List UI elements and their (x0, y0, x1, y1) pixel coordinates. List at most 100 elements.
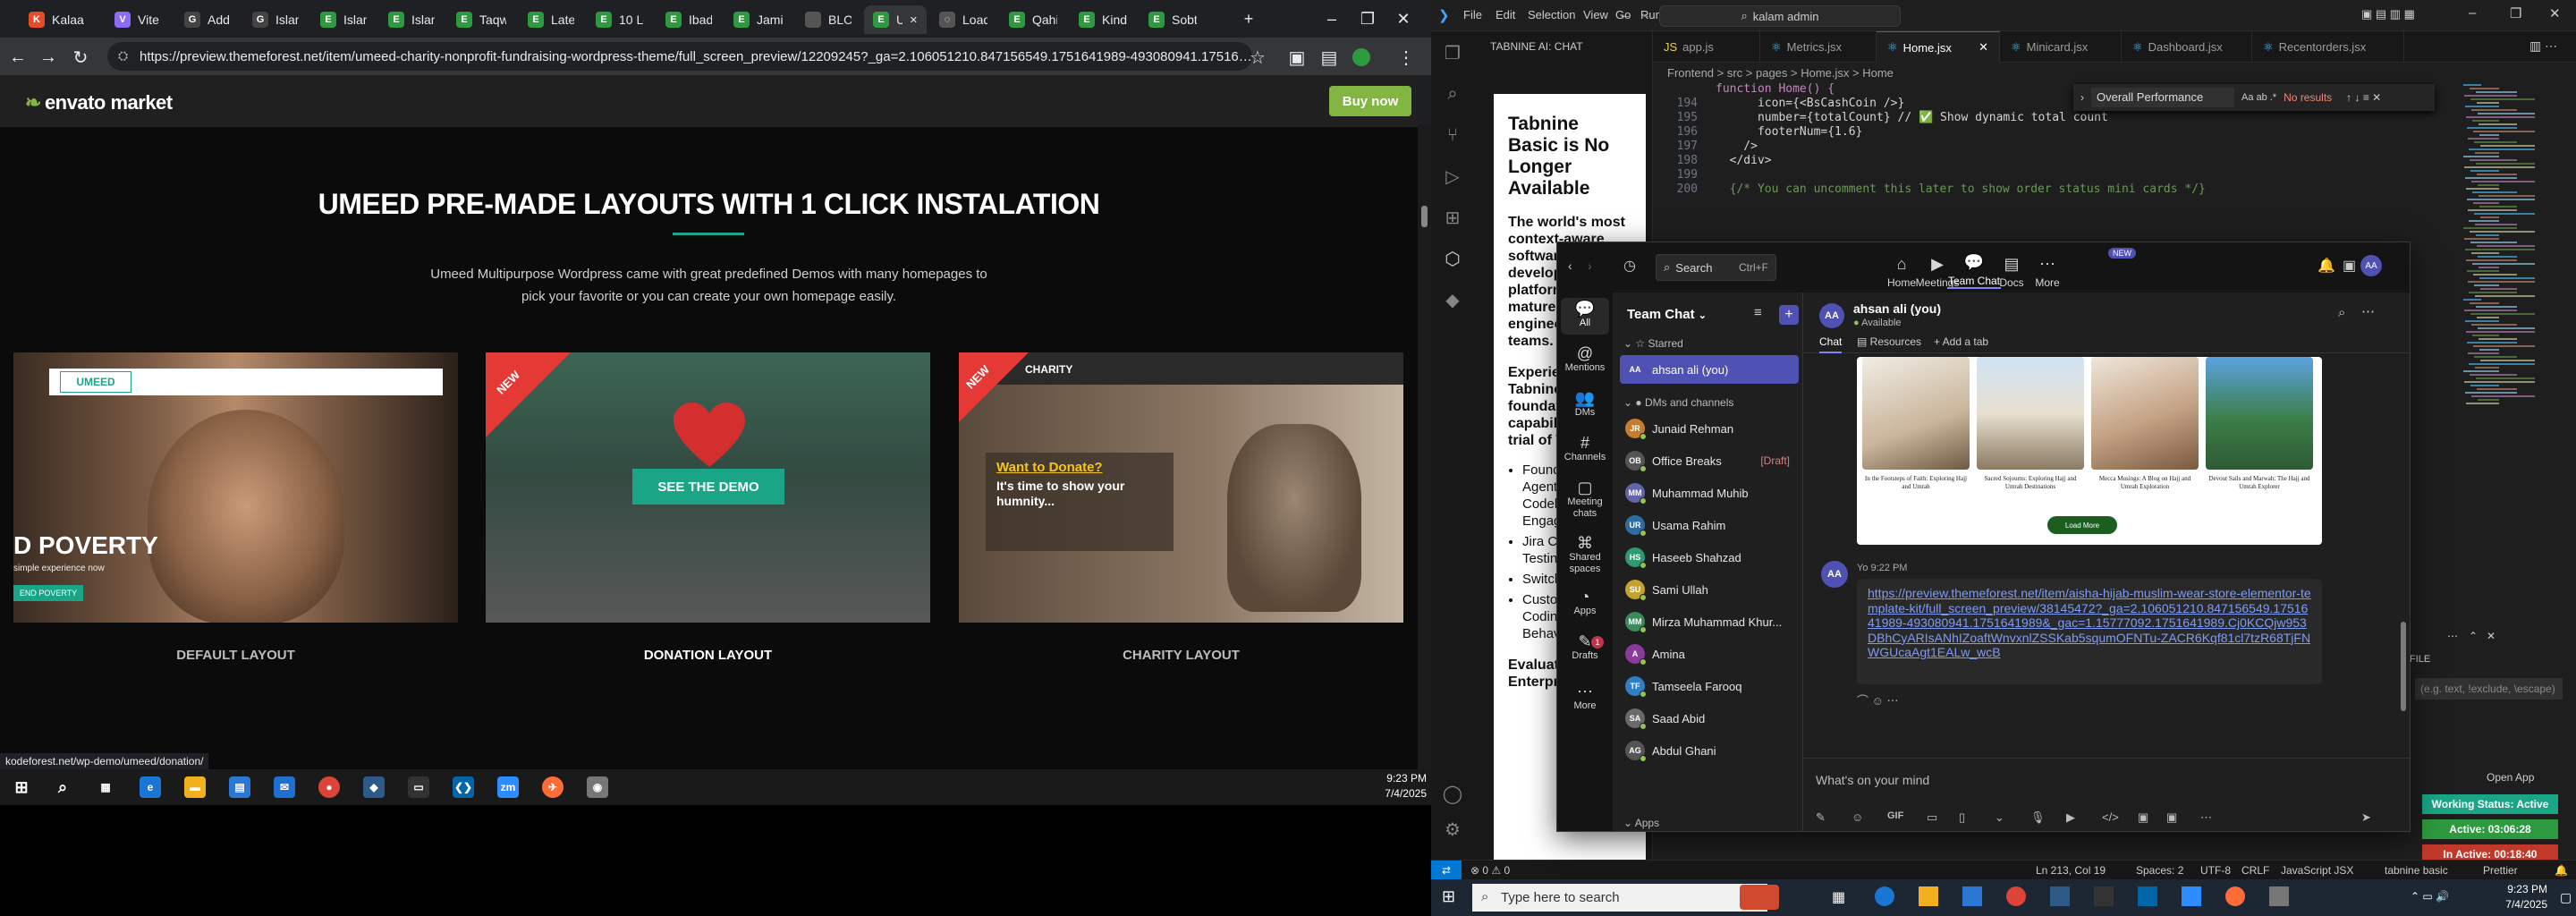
panel-more-icon[interactable]: ⋯ (2447, 630, 2458, 642)
whiteboard-icon[interactable]: ▣ (2166, 810, 2177, 825)
message-link[interactable]: https://preview.themeforest.net/item/ais… (1868, 586, 2311, 660)
run-debug-icon[interactable]: ▷ (1442, 165, 1463, 187)
browser-tab[interactable]: ◌ Loadi (930, 5, 996, 34)
bookmark-star-icon[interactable]: ☆ (1245, 45, 1270, 70)
rail-shared-spaces[interactable]: ⌘ Shared spaces (1561, 535, 1609, 575)
panel-collapse-icon[interactable]: ⌃ (2469, 630, 2478, 642)
chrome-taskbar-icon[interactable]: ● (318, 776, 340, 798)
tab-close-icon[interactable]: ✕ (1979, 40, 1988, 55)
browser-tab[interactable]: E Kind (1070, 5, 1136, 34)
browser-tab[interactable]: E U ✕ (864, 5, 927, 34)
profile-avatar[interactable]: AA (2360, 255, 2382, 276)
menu-item[interactable]: Selection (1528, 8, 1575, 21)
close-icon[interactable]: ✕ (2549, 5, 2561, 21)
format-icon[interactable]: ✎ (1816, 810, 1826, 825)
sidebar-icon[interactable]: ▤ (1317, 45, 1342, 70)
see-the-demo-button[interactable]: SEE THE DEMO (632, 469, 784, 505)
new-tab-button[interactable]: + (1236, 7, 1261, 30)
taskbar-search[interactable]: ⌕ Type here to search (1472, 884, 1767, 912)
file-explorer-icon[interactable] (1919, 886, 1938, 906)
chat-search[interactable]: ⌕ Search Ctrl+F (1656, 254, 1776, 281)
code-line[interactable]: 194 icon={<BsCashCoin />} (1653, 97, 2046, 111)
tabnine-icon[interactable]: ⬡ (1442, 248, 1463, 269)
code-line[interactable]: 197 /> (1653, 140, 2046, 154)
forward-icon[interactable]: › (1588, 259, 1592, 273)
windows-start-icon[interactable]: ⊞ (11, 776, 32, 798)
browser-tab[interactable]: E Islam (379, 5, 444, 34)
screenshot-icon[interactable]: ▭ (1927, 810, 1937, 825)
code-line[interactable]: 198 </div> (1653, 154, 2046, 168)
rail-more[interactable]: ⋯ More (1561, 683, 1609, 712)
chat-item[interactable]: OB Office Breaks [Draft] (1620, 446, 1799, 475)
browser-tab[interactable]: E Islam (311, 5, 376, 34)
clock-right[interactable]: 9:23 PM 7/4/2025 (2497, 882, 2547, 912)
tab-home[interactable]: ⚛ Home.jsx ✕ (1877, 31, 2000, 63)
donation-layout-preview[interactable]: NEW SEE THE DEMO (486, 352, 930, 623)
chat-item[interactable]: JR Junaid Rehman (1620, 414, 1799, 443)
panel-close-icon[interactable]: ✕ (2487, 630, 2496, 642)
settings-gear-icon[interactable]: ⚙ (1442, 818, 1463, 840)
shared-image[interactable]: In the Footsteps of Faith: Exploring Haj… (1857, 357, 2322, 545)
more-icon[interactable]: ⋯ (2200, 810, 2212, 825)
search-chat-icon[interactable]: ⌕ (2338, 305, 2345, 320)
browser-tab[interactable]: G Add p (175, 5, 240, 34)
chat-item[interactable]: SU Sami Ullah (1620, 575, 1799, 604)
vs-icon[interactable] (2050, 886, 2070, 906)
tab-recentorders[interactable]: ⚛ Recentorders.jsx (2252, 31, 2404, 63)
extension-icon[interactable]: ▣ (1284, 45, 1309, 70)
mongodb-icon[interactable]: ◆ (1442, 289, 1463, 310)
reload-icon[interactable]: ↻ (68, 45, 93, 70)
charity-layout-preview[interactable]: CHARITY NEW Want to Donate? It's time to… (959, 352, 1403, 623)
back-icon[interactable]: ‹ (1568, 259, 1572, 273)
app-icon[interactable]: ▣ (2138, 810, 2148, 825)
starred-section[interactable]: ⌄ ☆ Starred (1623, 337, 1683, 350)
scroll-thumb[interactable] (1421, 206, 1428, 227)
zoom-icon[interactable] (2182, 886, 2201, 906)
browser-tab[interactable]: V Vite (106, 5, 172, 34)
tab-chat[interactable]: Chat (1819, 335, 1843, 353)
minimize-icon[interactable]: – (1319, 7, 1344, 30)
more-options-icon[interactable]: ⌄ (1995, 810, 2004, 825)
tab-minicard[interactable]: ⚛ Minicard.jsx (2000, 31, 2122, 63)
page-scrollbar[interactable] (1418, 125, 1431, 769)
language-mode[interactable]: JavaScript JSX (2281, 864, 2353, 877)
mail-icon[interactable]: ✉ (274, 776, 295, 798)
buy-now-button[interactable]: Buy now (1329, 86, 1411, 116)
problems-count[interactable]: ⊗ 0 ⚠ 0 (1470, 864, 1510, 877)
edge-icon[interactable]: e (140, 776, 161, 798)
maximize-icon[interactable]: ❐ (2510, 5, 2521, 21)
chat-title[interactable]: ahsan ali (you) (1853, 301, 1941, 316)
nav-back-icon[interactable]: ← (1619, 7, 1631, 21)
forward-icon[interactable]: → (36, 45, 61, 70)
chat-item-self[interactable]: AA ahsan ali (you) (1620, 355, 1799, 384)
vscode-taskbar-icon[interactable]: ❮❯ (453, 776, 474, 798)
envato-logo[interactable]: ❧ envato market (25, 91, 173, 114)
minimize-icon[interactable]: – (2469, 5, 2476, 21)
news-widget-icon[interactable] (1740, 885, 1779, 910)
rail-dms[interactable]: 👥 DMs (1561, 390, 1609, 419)
emoji-icon[interactable]: ☺ (1852, 810, 1863, 824)
system-tray-icons[interactable]: ⌃ ▭ 🔊 (2411, 890, 2449, 903)
open-app-button[interactable]: Open App (2487, 771, 2534, 784)
prettier-status[interactable]: Prettier (2483, 864, 2518, 877)
explorer-icon[interactable]: ❐ (1442, 42, 1463, 64)
code-line[interactable]: 199 (1653, 168, 2046, 182)
gif-icon[interactable]: GIF (1887, 810, 1903, 821)
close-icon[interactable]: ✕ (1391, 7, 1416, 30)
tabnine-status[interactable]: tabnine basic (2385, 864, 2448, 877)
chat-scrollbar[interactable] (2401, 371, 2406, 747)
breadcrumb[interactable]: Frontend > src > pages > Home.jsx > Home (1653, 63, 2576, 82)
nav-more[interactable]: ⋯ More (2021, 250, 2074, 289)
browser-tab[interactable]: E Jamia (724, 5, 792, 34)
notification-bell-icon[interactable]: 🔔 (2318, 257, 2335, 275)
tab-close-icon[interactable]: ✕ (910, 14, 918, 26)
chat-item[interactable]: HS Haseeb Shahzad (1620, 543, 1799, 572)
tab-app-js[interactable]: JS app.js (1653, 31, 1760, 63)
browser-tab[interactable]: BLOG (796, 5, 860, 34)
terminal-icon[interactable] (2094, 886, 2114, 906)
send-icon[interactable]: ➤ (2361, 810, 2371, 825)
chat-item[interactable]: UR Usama Rahim (1620, 511, 1799, 539)
tab-add[interactable]: + Add a tab (1934, 335, 1988, 348)
search-icon[interactable]: ⌕ (52, 776, 73, 798)
store-icon[interactable]: ▤ (229, 776, 250, 798)
